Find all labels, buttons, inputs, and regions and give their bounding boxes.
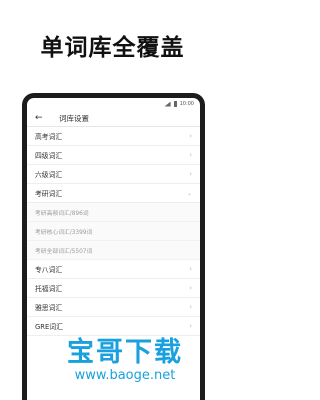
list-item-label: 高考词汇 bbox=[35, 133, 63, 141]
list-item-cet4[interactable]: 四级词汇 › bbox=[27, 146, 200, 165]
battery-icon bbox=[173, 101, 177, 107]
sub-item-kaoyan-core[interactable]: 考研核心词汇/3399词 bbox=[27, 222, 200, 241]
list-item-label: 专八词汇 bbox=[35, 266, 63, 274]
sub-item-label: 考研全部词汇/5507词 bbox=[35, 248, 93, 255]
list-item-label: 六级词汇 bbox=[35, 171, 63, 179]
status-time: 10:00 bbox=[179, 101, 194, 107]
app-bar: ← 词库设置 bbox=[27, 110, 200, 127]
chevron-right-icon: › bbox=[189, 170, 192, 178]
chevron-right-icon: › bbox=[189, 265, 192, 273]
watermark: 宝哥下载 www.baoge.net bbox=[50, 337, 200, 383]
list-item-label: 考研词汇 bbox=[35, 190, 63, 198]
list-item-kaoyan[interactable]: 考研词汇 ⌄ bbox=[27, 184, 200, 203]
list-item-toefl[interactable]: 托福词汇 › bbox=[27, 279, 200, 298]
list-item-label: 雅思词汇 bbox=[35, 304, 63, 312]
list-item-cet6[interactable]: 六级词汇 › bbox=[27, 165, 200, 184]
status-bar: 10:00 bbox=[27, 98, 200, 110]
wordbank-list: 高考词汇 › 四级词汇 › 六级词汇 › 考研词汇 ⌄ 考研高频词汇/896词 … bbox=[27, 127, 200, 336]
chevron-down-icon: ⌄ bbox=[186, 189, 192, 197]
sub-item-kaoyan-all[interactable]: 考研全部词汇/5507词 bbox=[27, 241, 200, 260]
signal-icon bbox=[164, 101, 171, 107]
chevron-right-icon: › bbox=[189, 151, 192, 159]
sub-item-label: 考研高频词汇/896词 bbox=[35, 210, 89, 217]
headline: 单词库全覆盖 bbox=[40, 35, 185, 61]
list-item-label: 托福词汇 bbox=[35, 285, 63, 293]
chevron-right-icon: › bbox=[189, 322, 192, 330]
watermark-url: www.baoge.net bbox=[74, 368, 176, 383]
sub-item-kaoyan-high-freq[interactable]: 考研高频词汇/896词 bbox=[27, 203, 200, 222]
arrow-left-icon[interactable]: ← bbox=[35, 113, 47, 123]
chevron-right-icon: › bbox=[189, 303, 192, 311]
watermark-title: 宝哥下载 bbox=[67, 337, 183, 368]
list-item-label: 四级词汇 bbox=[35, 152, 63, 160]
chevron-right-icon: › bbox=[189, 284, 192, 292]
list-item-gaokao[interactable]: 高考词汇 › bbox=[27, 127, 200, 146]
list-item-ielts[interactable]: 雅思词汇 › bbox=[27, 298, 200, 317]
chevron-right-icon: › bbox=[189, 132, 192, 140]
list-item-gre[interactable]: GRE词汇 › bbox=[27, 317, 200, 336]
list-item-tem8[interactable]: 专八词汇 › bbox=[27, 260, 200, 279]
sub-item-label: 考研核心词汇/3399词 bbox=[35, 229, 93, 236]
list-item-label: GRE词汇 bbox=[35, 323, 63, 331]
page-title: 词库设置 bbox=[59, 113, 89, 123]
